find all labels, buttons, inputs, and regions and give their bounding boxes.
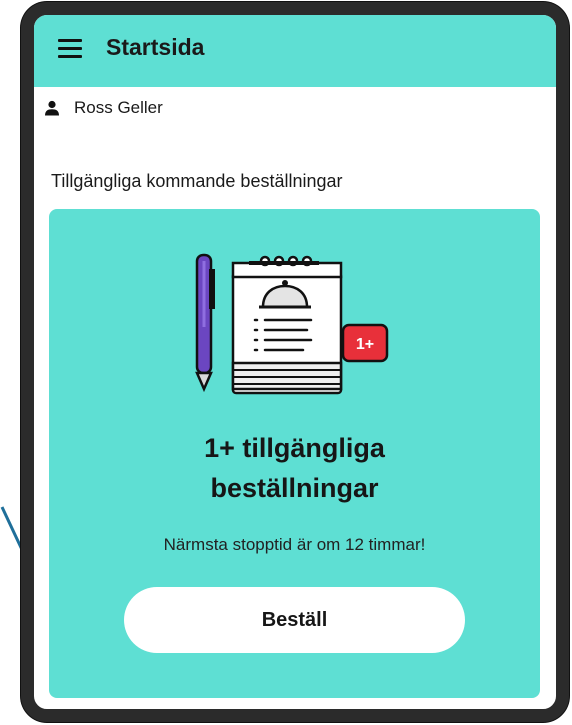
section-label: Tillgängliga kommande beställningar: [51, 171, 343, 191]
orders-headline: 1+ tillgängliga beställningar: [49, 428, 540, 508]
app-header: Startsida: [34, 15, 556, 87]
person-icon: [45, 100, 59, 116]
user-name: Ross Geller: [74, 98, 163, 117]
phone-frame: Startsida Ross Geller Tillgängliga komma…: [21, 2, 569, 722]
menu-icon[interactable]: [58, 39, 82, 59]
deadline-text: Närmsta stopptid är om 12 timmar!: [163, 535, 426, 554]
order-button[interactable]: Beställ: [124, 587, 465, 653]
headline-line-1: 1+ tillgängliga: [204, 433, 385, 463]
badge-text: 1+: [356, 336, 374, 353]
user-info: Ross Geller: [44, 96, 163, 120]
orders-card: 1+ 1+ tillgängliga beställningar Närmsta…: [49, 209, 540, 698]
headline-line-2: beställningar: [210, 473, 379, 503]
page-title: Startsida: [106, 34, 205, 60]
pen-icon: [195, 253, 215, 393]
badge-icon: 1+: [341, 323, 389, 363]
order-notepad-illustration: 1+: [195, 253, 389, 395]
